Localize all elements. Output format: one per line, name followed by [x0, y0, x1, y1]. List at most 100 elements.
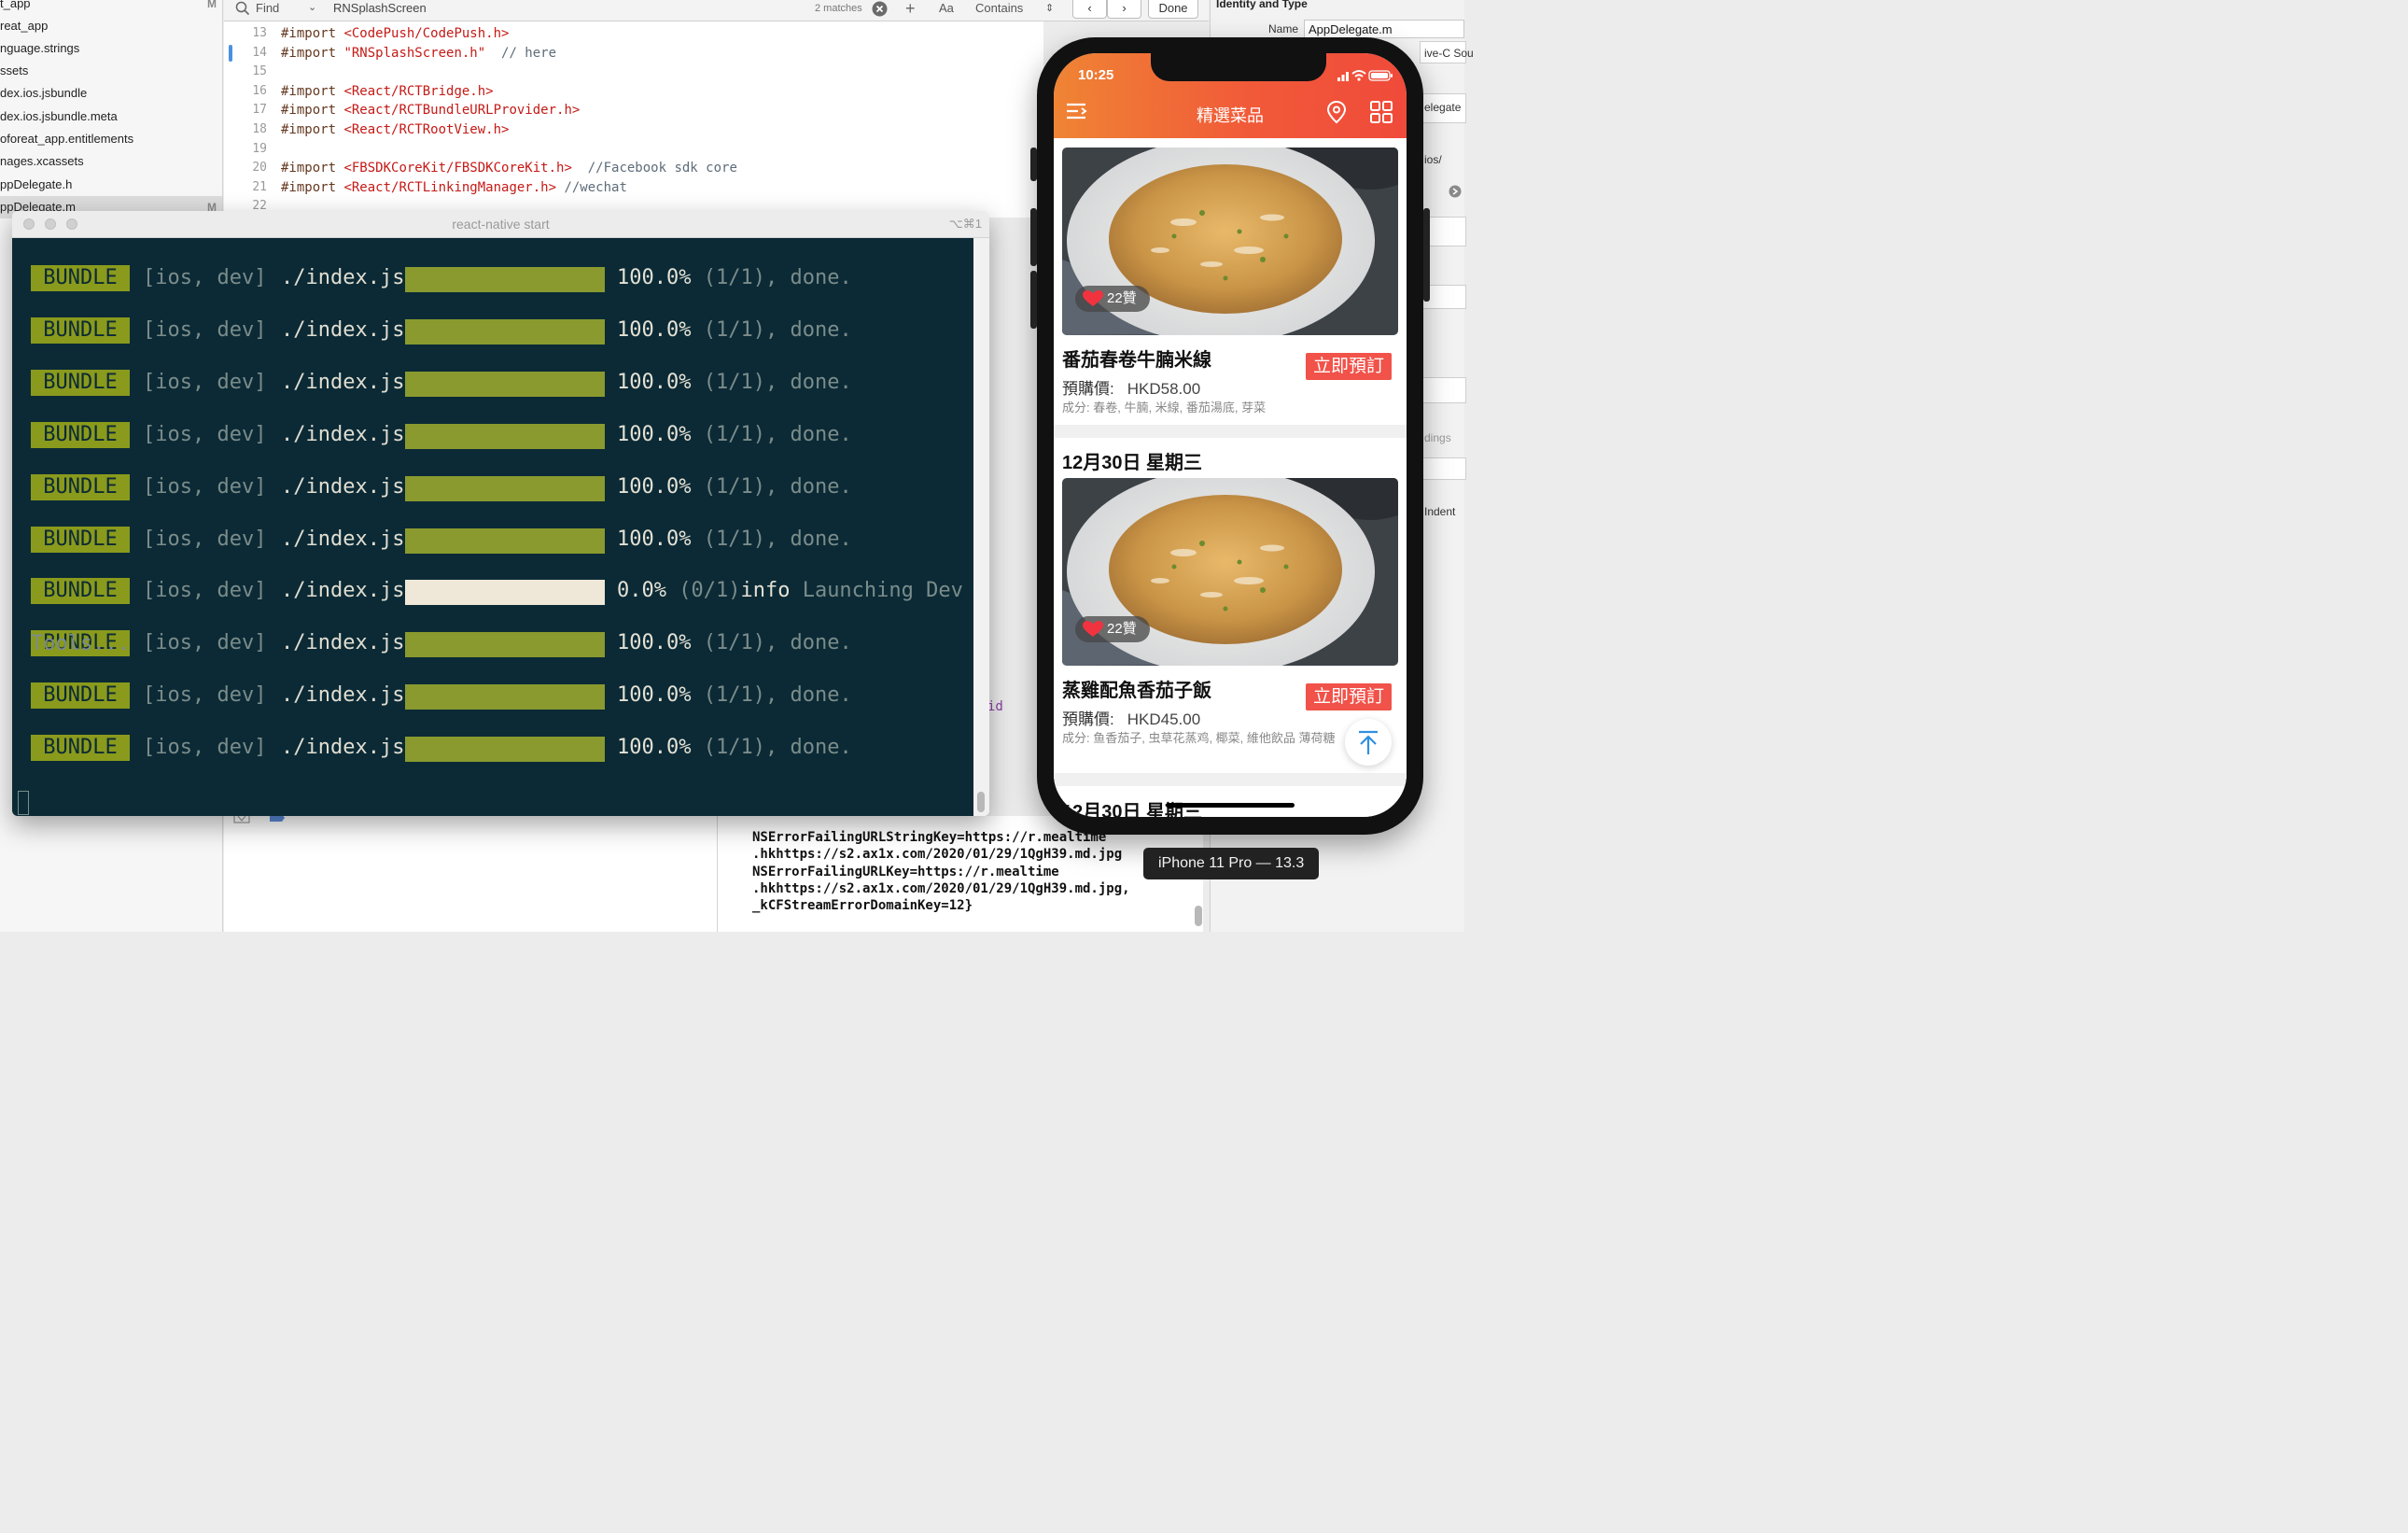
progress-bar [405, 737, 605, 763]
nav-item[interactable]: nages.xcassets [0, 150, 222, 173]
nav-item[interactable]: dex.ios.jsbundle [0, 82, 222, 105]
bundle-tag: BUNDLE [31, 265, 130, 291]
progress-count: (1/1), [703, 266, 778, 289]
terminal-cursor [18, 791, 29, 815]
inspector-name-field[interactable]: AppDelegate.m [1304, 20, 1464, 38]
entry-file: ./index.js [281, 736, 405, 760]
code-token: //wechat [556, 179, 627, 195]
done-button[interactable]: Done [1148, 0, 1198, 19]
heart-icon [1083, 290, 1103, 306]
inspector-section-title: Identity and Type [1216, 0, 1308, 10]
nav-item-label: nguage.strings [0, 41, 80, 55]
previous-match-button[interactable]: ‹ [1072, 0, 1107, 19]
inspector-field[interactable] [1420, 377, 1466, 403]
add-pattern-icon[interactable]: + [905, 0, 916, 19]
inspector-field[interactable] [1420, 457, 1466, 480]
entry-file: ./index.js [281, 631, 405, 655]
line-number: 16 [252, 83, 267, 98]
location-icon[interactable] [1324, 100, 1349, 124]
platform-label: [ios, dev] [143, 579, 267, 603]
code-text: #import "RNSplashScreen.h" // here [281, 44, 556, 63]
progress-percent: 100.0% [617, 474, 692, 499]
progress-percent: 100.0% [617, 370, 692, 394]
nav-item-label: reat_app [0, 19, 49, 33]
console-scrollbar[interactable] [1195, 906, 1202, 926]
likes-count: 22贊 [1107, 621, 1137, 637]
dish-list[interactable]: 22贊 番茄春卷牛腩米線 立即預訂 預購價: HKD58.00 成分: 春卷, 牛… [1054, 138, 1407, 817]
code-editor[interactable]: 13 #import <CodePush/CodePush.h> 14 #import… [224, 21, 1043, 218]
home-indicator[interactable] [1166, 803, 1295, 808]
next-match-button[interactable]: › [1107, 0, 1141, 19]
progress-count: (1/1), [703, 631, 778, 655]
terminal-titlebar[interactable]: react-native start ⌥⌘1 [12, 211, 989, 238]
reveal-arrow-icon[interactable] [1449, 185, 1462, 198]
simulator-device-label: iPhone 11 Pro — 13.3 [1143, 848, 1320, 879]
phone-screen[interactable]: 10:25 精選菜品 22贊 番茄春卷牛腩米線 立即預訂 預購價: HKD58.… [1054, 53, 1407, 817]
nav-item[interactable]: oforeat_app.entitlements [0, 128, 222, 150]
mute-switch[interactable] [1030, 148, 1037, 181]
find-mode-select[interactable]: Find [256, 0, 279, 19]
nav-item[interactable]: ssets [0, 60, 222, 82]
bundle-tag: BUNDLE [31, 578, 130, 605]
progress-bar [405, 423, 605, 449]
match-case-toggle[interactable]: Aa [939, 0, 954, 19]
code-token: #import [281, 83, 344, 99]
terminal-window[interactable]: react-native start ⌥⌘1 BUNDLE [ios, dev].… [12, 211, 989, 816]
line-number: 20 [252, 161, 267, 176]
order-now-button[interactable]: 立即預訂 [1306, 353, 1392, 380]
volume-up-button[interactable] [1030, 208, 1037, 266]
nav-item-label: nages.xcassets [0, 154, 84, 168]
dish-name: 蒸雞配魚香茄子飯 [1062, 681, 1211, 701]
updown-icon[interactable]: ⇕ [1045, 0, 1054, 19]
code-token: <React/RCTRootView.h> [343, 122, 510, 137]
heart-icon [1083, 621, 1103, 637]
progress-text: 100.0% (1/1), done. [617, 527, 852, 553]
progress-bar [405, 267, 605, 292]
code-text: #import <CodePush/CodePush.h> [281, 24, 509, 43]
nav-item-label: ssets [0, 63, 29, 77]
terminal-output[interactable]: BUNDLE [ios, dev] ./index.js 100.0% (1/1), … [12, 238, 973, 816]
progress-bar [405, 684, 605, 710]
terminal-scrollbar[interactable] [973, 238, 989, 816]
chevron-down-icon[interactable]: ⌄ [308, 0, 316, 18]
order-now-button[interactable]: 立即預訂 [1306, 683, 1392, 710]
side-button[interactable] [1423, 208, 1430, 302]
status-done: done. [790, 266, 852, 289]
grid-view-icon[interactable] [1369, 100, 1393, 124]
nav-item-label: dex.ios.jsbundle [0, 86, 88, 100]
progress-text: 100.0% (1/1), done. [617, 317, 852, 344]
platform-label: [ios, dev] [143, 631, 267, 655]
platform-label: [ios, dev] [143, 474, 267, 499]
nav-item[interactable]: dex.ios.jsbundle.meta [0, 105, 222, 128]
scrollbar-thumb[interactable] [977, 792, 985, 812]
status-done: done. [790, 422, 852, 446]
bundle-tag: BUNDLE [31, 369, 130, 396]
progress-percent: 100.0% [617, 317, 692, 342]
chevron-right-icon: › [1122, 1, 1127, 15]
progress-text: 100.0% (1/1), done. [617, 265, 852, 291]
nav-item[interactable]: ppDelegate.h [0, 174, 222, 196]
nav-item[interactable]: nguage.strings [0, 37, 222, 60]
line-number: 15 [252, 64, 267, 79]
code-text: #import <FBSDKCoreKit/FBSDKCoreKit.h> //… [281, 159, 737, 177]
clear-search-icon[interactable] [872, 1, 888, 20]
terminal-shortcut: ⌥⌘1 [948, 217, 982, 231]
code-token: //Facebook sdk core [571, 161, 737, 176]
volume-down-button[interactable] [1030, 271, 1037, 329]
scroll-to-top-button[interactable] [1345, 719, 1392, 766]
progress-count: (1/1), [703, 736, 778, 760]
iphone-simulator: 10:25 精選菜品 22贊 番茄春卷牛腩米線 立即預訂 預購價: HKD58.… [1030, 37, 1430, 835]
find-query-field[interactable]: RNSplashScreen [333, 0, 427, 19]
inspector-location-fragment: elegate [1424, 101, 1462, 114]
platform-label: [ios, dev] [143, 527, 267, 551]
likes-badge[interactable]: 22贊 [1075, 286, 1150, 312]
nav-item[interactable]: t_app M [0, 0, 222, 15]
code-token: "RNSplashScreen.h" [343, 45, 486, 61]
nav-item[interactable]: reat_app [0, 15, 222, 37]
search-icon [235, 1, 250, 20]
likes-badge[interactable]: 22贊 [1075, 616, 1150, 642]
progress-percent: 100.0% [617, 736, 692, 760]
status-done: done. [790, 736, 852, 760]
line-number: 14 [252, 45, 267, 60]
match-type-select[interactable]: Contains [975, 0, 1023, 19]
